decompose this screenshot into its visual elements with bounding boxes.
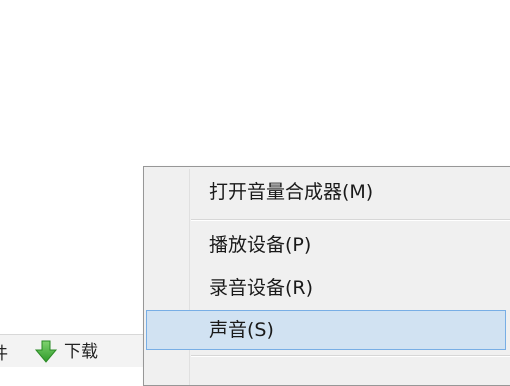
menu-item-open-volume-mixer[interactable]: 打开音量合成器(M) xyxy=(146,172,506,210)
download-label: 下载 xyxy=(64,342,98,362)
menu-separator xyxy=(191,219,510,221)
menu-item-label: 播放设备(P) xyxy=(209,234,312,256)
menu-item-recording-devices[interactable]: 录音设备(R) xyxy=(146,268,506,306)
menu-item-sounds[interactable]: 声音(S) xyxy=(146,310,506,350)
menu-item-label: 声音(S) xyxy=(209,319,274,341)
download-arrow-icon xyxy=(34,340,58,364)
toolbar-prev-label: 件 xyxy=(0,344,8,364)
menu-item-playback-devices[interactable]: 播放设备(P) xyxy=(146,225,506,263)
bottom-toolbar: 件 下载 xyxy=(0,334,146,367)
menu-separator xyxy=(191,355,510,357)
download-button[interactable]: 下载 xyxy=(34,340,98,364)
menu-item-label: 录音设备(R) xyxy=(209,277,314,299)
context-menu: 打开音量合成器(M) 播放设备(P) 录音设备(R) 声音(S) xyxy=(143,166,510,386)
menu-item-label: 打开音量合成器(M) xyxy=(209,181,374,203)
